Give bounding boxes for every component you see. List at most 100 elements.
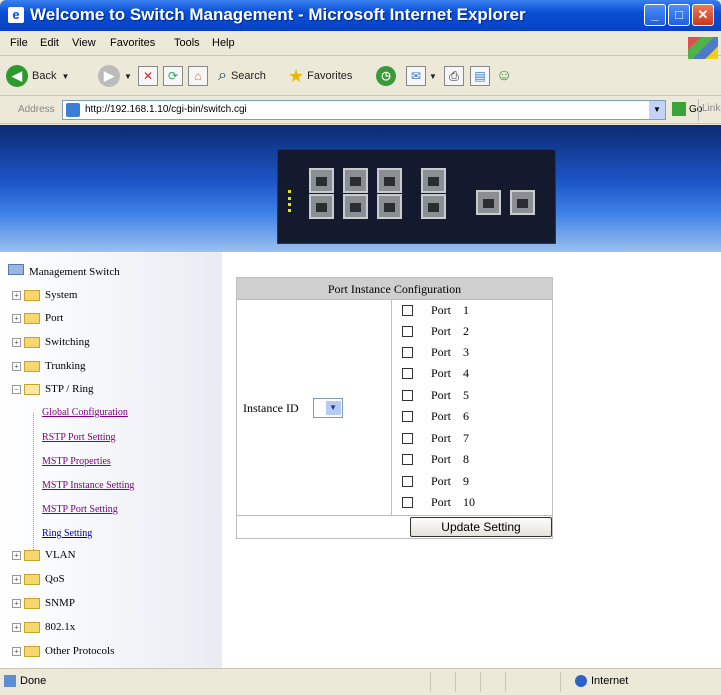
maximize-button[interactable]: □ bbox=[668, 4, 690, 26]
folder-icon bbox=[24, 289, 40, 301]
port-icon bbox=[421, 194, 446, 219]
security-zone: Internet bbox=[575, 675, 628, 687]
port-row: Port 8 bbox=[402, 452, 469, 467]
messenger-button[interactable]: ☺ bbox=[496, 63, 512, 89]
nav-link-mstp-port-setting[interactable]: MSTP Port Setting bbox=[42, 504, 118, 515]
ie-icon: e bbox=[8, 7, 24, 23]
search-button[interactable]: ⌕ Search bbox=[218, 63, 266, 89]
refresh-button[interactable]: ⟳ bbox=[163, 63, 183, 89]
tree-connector bbox=[33, 413, 34, 558]
chevron-down-icon: ▼ bbox=[61, 71, 70, 81]
port-row: Port 4 bbox=[402, 366, 469, 381]
chevron-down-icon[interactable]: ▼ bbox=[649, 101, 665, 119]
nav-item-8021x[interactable]: +802.1x bbox=[12, 621, 75, 633]
address-input[interactable]: http://192.168.1.10/cgi-bin/switch.cgi ▼ bbox=[62, 100, 666, 120]
port-checkbox[interactable] bbox=[402, 411, 413, 422]
print-button[interactable]: ⎙ bbox=[444, 63, 464, 89]
header-banner bbox=[0, 125, 721, 252]
close-button[interactable]: ✕ bbox=[692, 4, 714, 26]
port-row: Port 9 bbox=[402, 474, 469, 489]
port-checkbox[interactable] bbox=[402, 476, 413, 487]
update-setting-button[interactable]: Update Setting bbox=[410, 517, 552, 537]
page-icon bbox=[66, 103, 80, 117]
nav-link-rstp-port-setting[interactable]: RSTP Port Setting bbox=[42, 432, 116, 443]
form-body: Instance ID Port1 Port2 Port3 Port4 Port… bbox=[237, 300, 552, 516]
nav-link-mstp-instance-setting[interactable]: MSTP Instance Setting bbox=[42, 480, 134, 491]
port-checkbox[interactable] bbox=[402, 368, 413, 379]
form-title: Port Instance Configuration bbox=[237, 278, 552, 300]
nav-item-vlan[interactable]: + VLAN bbox=[12, 549, 76, 561]
menu-edit[interactable]: Edit bbox=[40, 37, 59, 49]
folder-icon bbox=[24, 597, 40, 609]
status-divider bbox=[430, 672, 431, 692]
menu-view[interactable]: View bbox=[72, 37, 96, 49]
folder-icon bbox=[24, 645, 40, 657]
instance-id-label: Instance ID bbox=[243, 400, 299, 415]
port-checkbox[interactable] bbox=[402, 347, 413, 358]
nav-item-trunking[interactable]: + Trunking bbox=[12, 360, 86, 372]
forward-button[interactable]: ▶ ▼ bbox=[98, 63, 132, 89]
nav-item-stp-ring[interactable]: − STP / Ring bbox=[12, 383, 94, 395]
nav-item-other-protocols[interactable]: + Other Protocols bbox=[12, 645, 114, 657]
port-icon bbox=[377, 168, 402, 193]
menu-help[interactable]: Help bbox=[212, 37, 235, 49]
nav-item-snmp[interactable]: + SNMP bbox=[12, 597, 75, 609]
led-indicator bbox=[288, 190, 291, 212]
page-done-icon bbox=[4, 675, 16, 687]
nav-item-port[interactable]: + Port bbox=[12, 312, 63, 324]
folder-icon bbox=[24, 549, 40, 561]
links-button[interactable]: Links bbox=[698, 99, 721, 121]
nav-item-system[interactable]: + System bbox=[12, 289, 77, 301]
home-icon: ⌂ bbox=[188, 66, 208, 86]
status-bar: Done Internet bbox=[0, 668, 721, 695]
nav-item-switching[interactable]: + Switching bbox=[12, 336, 90, 348]
back-arrow-icon: ◀ bbox=[6, 65, 28, 87]
port-icon bbox=[309, 194, 334, 219]
menu-favorites[interactable]: Favorites bbox=[110, 37, 155, 49]
expand-icon: + bbox=[12, 598, 21, 608]
port-icon bbox=[421, 168, 446, 193]
forward-arrow-icon: ▶ bbox=[98, 65, 120, 87]
stop-icon: ✕ bbox=[138, 66, 158, 86]
port-checkbox[interactable] bbox=[402, 454, 413, 465]
port-checkbox[interactable] bbox=[402, 390, 413, 401]
menu-file[interactable]: File bbox=[10, 37, 28, 49]
stop-button[interactable]: ✕ bbox=[138, 63, 158, 89]
history-button[interactable]: ◷ bbox=[376, 63, 396, 89]
instance-id-select[interactable] bbox=[312, 398, 343, 418]
nav-item-qos[interactable]: + QoS bbox=[12, 573, 65, 585]
computer-icon bbox=[8, 264, 24, 275]
nav-link-global-configuration[interactable]: Global Configuration bbox=[42, 407, 128, 418]
messenger-icon: ☺ bbox=[496, 67, 513, 84]
minimize-button[interactable]: _ bbox=[644, 4, 666, 26]
folder-icon bbox=[24, 573, 40, 585]
form-footer: Update Setting bbox=[237, 516, 552, 538]
address-bar: Address http://192.168.1.10/cgi-bin/swit… bbox=[0, 96, 721, 124]
port-row: Port 10 bbox=[402, 495, 475, 510]
expand-icon: + bbox=[12, 646, 21, 656]
nav-link-mstp-properties[interactable]: MSTP Properties bbox=[42, 456, 111, 467]
nav-link-ring-setting[interactable]: Ring Setting bbox=[42, 528, 92, 539]
port-checkbox[interactable] bbox=[402, 326, 413, 337]
port-icon bbox=[377, 194, 402, 219]
home-button[interactable]: ⌂ bbox=[188, 63, 208, 89]
status-divider bbox=[560, 672, 561, 692]
status-divider bbox=[480, 672, 481, 692]
port-checkbox[interactable] bbox=[402, 497, 413, 508]
port-checkbox[interactable] bbox=[402, 305, 413, 316]
port-row: Port 1 bbox=[402, 303, 469, 318]
tree-root[interactable]: Management Switch bbox=[8, 264, 120, 278]
port-row: Port 2 bbox=[402, 324, 469, 339]
mail-button[interactable]: ✉ ▼ bbox=[406, 63, 437, 89]
edit-button[interactable]: ▤ bbox=[470, 63, 490, 89]
folder-icon bbox=[24, 360, 40, 372]
favorites-button[interactable]: ★ Favorites bbox=[288, 63, 352, 89]
back-button[interactable]: ◀ Back ▼ bbox=[6, 63, 69, 89]
edit-icon: ▤ bbox=[470, 66, 490, 86]
instance-id-row: Instance ID bbox=[243, 398, 343, 418]
menu-tools[interactable]: Tools bbox=[174, 37, 200, 49]
port-checkbox[interactable] bbox=[402, 433, 413, 444]
status-divider bbox=[455, 672, 456, 692]
port-icon bbox=[343, 168, 368, 193]
port-list: Port 1 Port 2 Port 3 Port 4 Port 5 Port 6 Port… bbox=[391, 300, 552, 516]
